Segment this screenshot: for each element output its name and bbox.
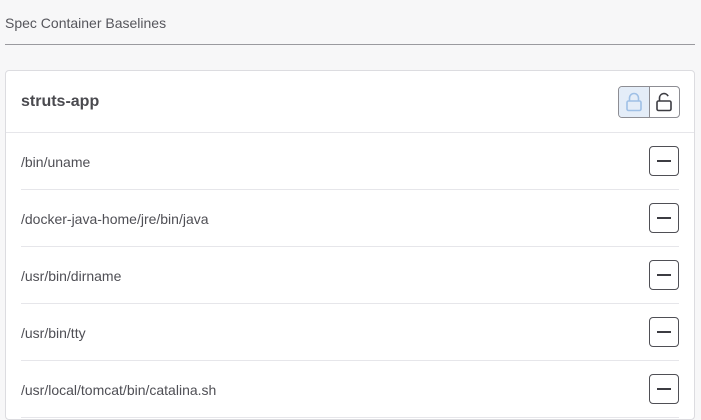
card-title: struts-app [21, 93, 100, 110]
process-path: /usr/bin/dirname [21, 268, 122, 284]
lock-toggle-group [618, 86, 680, 118]
remove-button[interactable] [649, 203, 679, 233]
remove-button[interactable] [649, 146, 679, 176]
card-header: struts-app [6, 71, 694, 133]
remove-button[interactable] [649, 317, 679, 347]
minus-icon [657, 331, 671, 333]
unlock-icon [656, 92, 673, 112]
lock-icon [625, 92, 642, 112]
process-path: /usr/bin/tty [21, 325, 86, 341]
process-path: /docker-java-home/jre/bin/java [21, 211, 209, 227]
list-item: /usr/bin/dirname [21, 247, 679, 304]
process-path: /bin/uname [21, 154, 91, 170]
unlock-button[interactable] [650, 87, 680, 117]
process-path: /usr/local/tomcat/bin/catalina.sh [21, 382, 217, 398]
list-item: /docker-java-home/jre/bin/java [21, 190, 679, 247]
list-item: /usr/bin/tty [21, 304, 679, 361]
minus-icon [657, 217, 671, 219]
baseline-card: struts-app /bin/uname /docker-java-home/… [5, 70, 695, 420]
minus-icon [657, 160, 671, 162]
remove-button[interactable] [649, 374, 679, 404]
list-item: /usr/local/tomcat/bin/catalina.sh [21, 361, 679, 418]
lock-button[interactable] [619, 87, 650, 117]
list-item: /bin/uname [21, 133, 679, 190]
page-header: Spec Container Baselines [5, 0, 695, 45]
remove-button[interactable] [649, 260, 679, 290]
minus-icon [657, 388, 671, 390]
minus-icon [657, 274, 671, 276]
baseline-list: /bin/uname /docker-java-home/jre/bin/jav… [6, 133, 694, 418]
page-title: Spec Container Baselines [5, 15, 167, 31]
